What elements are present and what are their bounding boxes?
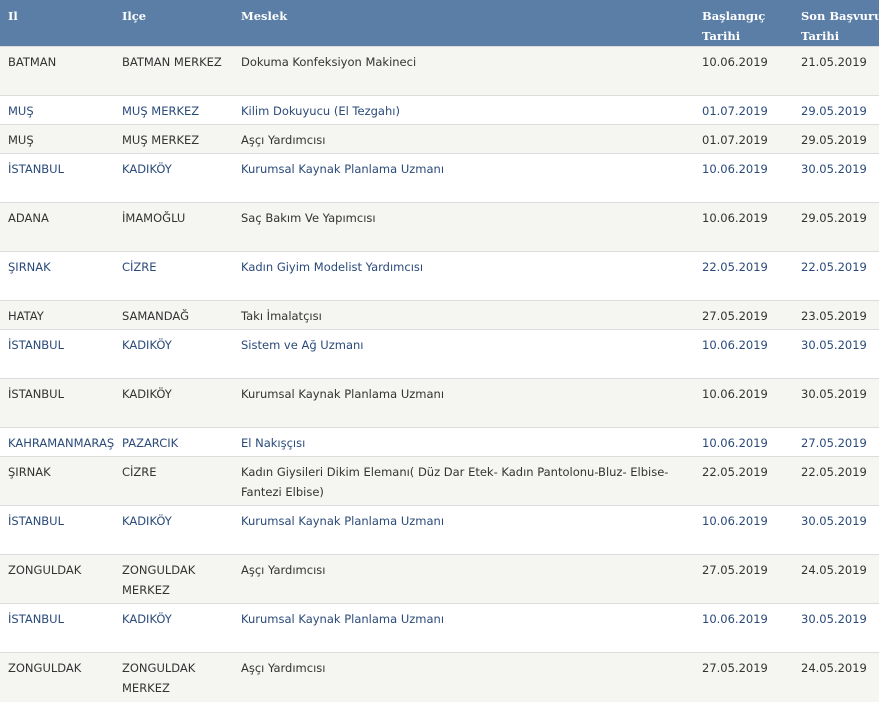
table-row: MUŞ MUŞ MERKEZ Aşçı Yardımcısı 01.07.2019 29… [0,124,879,154]
table-row: MUŞ MUŞ MERKEZ Kilim Dokuyucu (El Tezgahı)… [0,95,879,125]
table-row: İSTANBUL KADIKÖY Kurumsal Kaynak Planlama … [0,378,879,428]
header-row: Il Ilçe Meslek Başlangıç Tarihi Son Başv… [0,0,879,47]
table-row: ŞIRNAK CİZRE Kadın Giyim Modelist Yardımcı… [0,251,879,301]
cell-baslangic-tarihi: 10.06.2019 [694,427,793,457]
cell-son-basvuru-tarihi: 29.05.2019 [793,202,879,252]
cell-ilce: KADIKÖY [114,505,233,555]
cell-il: ŞIRNAK [0,456,114,506]
job-listings-table: Il Ilçe Meslek Başlangıç Tarihi Son Başv… [0,0,879,702]
cell-ilce: PAZARCIK [114,427,233,457]
cell-il: HATAY [0,300,114,330]
cell-baslangic-tarihi: 27.05.2019 [694,300,793,330]
cell-meslek: Kadın Giysileri Dikim Elemanı( Düz Dar E… [233,456,694,506]
cell-son-basvuru-tarihi: 29.05.2019 [793,124,879,154]
table-row: İSTANBUL KADIKÖY Kurumsal Kaynak Planlama … [0,505,879,555]
table-row: ADANA İMAMOĞLU Saç Bakım Ve Yapımcısı 10.06… [0,202,879,252]
cell-son-basvuru-tarihi: 30.05.2019 [793,378,879,428]
table-row: ŞIRNAK CİZRE Kadın Giysileri Dikim Elemanı… [0,456,879,506]
cell-baslangic-tarihi: 22.05.2019 [694,251,793,301]
cell-meslek: Saç Bakım Ve Yapımcısı [233,202,694,252]
cell-ilce: KADIKÖY [114,153,233,203]
table-row: HATAY SAMANDAĞ Takı İmalatçısı 27.05.2019 23… [0,300,879,330]
cell-meslek: Kadın Giyim Modelist Yardımcısı [233,251,694,301]
cell-son-basvuru-tarihi: 27.05.2019 [793,427,879,457]
cell-son-basvuru-tarihi: 21.05.2019 [793,46,879,96]
cell-ilce: ZONGULDAK MERKEZ [114,652,233,702]
header-ilce: Ilçe [114,0,233,47]
table-body: BATMAN BATMAN MERKEZ Dokuma Konfeksiyon Ma… [0,46,879,702]
cell-son-basvuru-tarihi: 30.05.2019 [793,153,879,203]
cell-baslangic-tarihi: 10.06.2019 [694,153,793,203]
cell-il: ZONGULDAK [0,652,114,702]
cell-ilce: CİZRE [114,456,233,506]
header-baslangic-tarihi: Başlangıç Tarihi [694,0,793,47]
cell-baslangic-tarihi: 10.06.2019 [694,329,793,379]
cell-il: BATMAN [0,46,114,96]
cell-baslangic-tarihi: 10.06.2019 [694,202,793,252]
table-header: Il Ilçe Meslek Başlangıç Tarihi Son Başv… [0,0,879,47]
cell-il: ADANA [0,202,114,252]
cell-meslek: Aşçı Yardımcısı [233,554,694,604]
cell-il: İSTANBUL [0,329,114,379]
table-row: BATMAN BATMAN MERKEZ Dokuma Konfeksiyon Ma… [0,46,879,96]
cell-meslek: El Nakışçısı [233,427,694,457]
cell-meslek: Kurumsal Kaynak Planlama Uzmanı [233,378,694,428]
cell-baslangic-tarihi: 10.06.2019 [694,378,793,428]
cell-baslangic-tarihi: 10.06.2019 [694,46,793,96]
table-row: KAHRAMANMARAŞ PAZARCIK El Nakışçısı 10.06.2… [0,427,879,457]
cell-il: İSTANBUL [0,505,114,555]
table-row: ZONGULDAK ZONGULDAK MERKEZ Aşçı Yardımcısı… [0,554,879,604]
header-son-basvuru-tarihi: Son Başvuru Tarihi [793,0,879,47]
cell-son-basvuru-tarihi: 30.05.2019 [793,603,879,653]
cell-il: MUŞ [0,95,114,125]
cell-meslek: Kurumsal Kaynak Planlama Uzmanı [233,153,694,203]
cell-baslangic-tarihi: 22.05.2019 [694,456,793,506]
cell-ilce: KADIKÖY [114,603,233,653]
table-row: ZONGULDAK ZONGULDAK MERKEZ Aşçı Yardımcısı… [0,652,879,702]
cell-son-basvuru-tarihi: 22.05.2019 [793,251,879,301]
header-meslek: Meslek [233,0,694,47]
cell-il: İSTANBUL [0,603,114,653]
cell-ilce: KADIKÖY [114,329,233,379]
cell-meslek: Aşçı Yardımcısı [233,652,694,702]
cell-ilce: MUŞ MERKEZ [114,124,233,154]
cell-meslek: Kurumsal Kaynak Planlama Uzmanı [233,603,694,653]
cell-meslek: Dokuma Konfeksiyon Makineci [233,46,694,96]
cell-baslangic-tarihi: 10.06.2019 [694,603,793,653]
cell-baslangic-tarihi: 01.07.2019 [694,124,793,154]
cell-baslangic-tarihi: 27.05.2019 [694,554,793,604]
header-il: Il [0,0,114,47]
cell-il: KAHRAMANMARAŞ [0,427,114,457]
cell-baslangic-tarihi: 01.07.2019 [694,95,793,125]
cell-meslek: Aşçı Yardımcısı [233,124,694,154]
cell-ilce: MUŞ MERKEZ [114,95,233,125]
table-row: İSTANBUL KADIKÖY Sistem ve Ağ Uzmanı 10.06.… [0,329,879,379]
cell-son-basvuru-tarihi: 30.05.2019 [793,505,879,555]
table-row: İSTANBUL KADIKÖY Kurumsal Kaynak Planlama … [0,153,879,203]
table-row: İSTANBUL KADIKÖY Kurumsal Kaynak Planlama … [0,603,879,653]
cell-son-basvuru-tarihi: 23.05.2019 [793,300,879,330]
cell-son-basvuru-tarihi: 29.05.2019 [793,95,879,125]
cell-son-basvuru-tarihi: 24.05.2019 [793,652,879,702]
cell-ilce: ZONGULDAK MERKEZ [114,554,233,604]
cell-son-basvuru-tarihi: 24.05.2019 [793,554,879,604]
cell-il: ZONGULDAK [0,554,114,604]
cell-il: İSTANBUL [0,378,114,428]
cell-il: ŞIRNAK [0,251,114,301]
cell-meslek: Sistem ve Ağ Uzmanı [233,329,694,379]
cell-ilce: İMAMOĞLU [114,202,233,252]
cell-son-basvuru-tarihi: 22.05.2019 [793,456,879,506]
cell-il: MUŞ [0,124,114,154]
cell-meslek: Kurumsal Kaynak Planlama Uzmanı [233,505,694,555]
cell-ilce: KADIKÖY [114,378,233,428]
cell-il: İSTANBUL [0,153,114,203]
cell-ilce: SAMANDAĞ [114,300,233,330]
cell-baslangic-tarihi: 27.05.2019 [694,652,793,702]
cell-ilce: CİZRE [114,251,233,301]
cell-baslangic-tarihi: 10.06.2019 [694,505,793,555]
cell-son-basvuru-tarihi: 30.05.2019 [793,329,879,379]
cell-ilce: BATMAN MERKEZ [114,46,233,96]
cell-meslek: Takı İmalatçısı [233,300,694,330]
cell-meslek: Kilim Dokuyucu (El Tezgahı) [233,95,694,125]
